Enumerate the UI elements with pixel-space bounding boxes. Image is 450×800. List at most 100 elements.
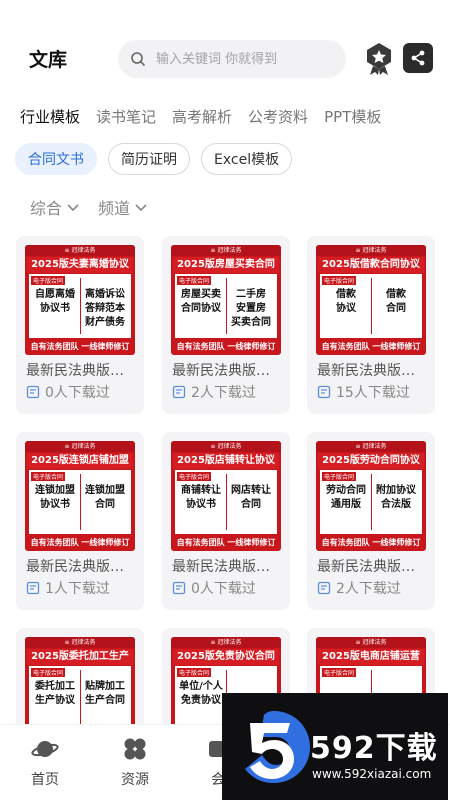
filter-bar: 综合 频道 [30,195,148,219]
document-icon [26,581,40,595]
thumb-footer: 自有法务团队 一线律师修订 [176,342,276,351]
thumb-brand: ≡ 冠律法务 [316,441,426,452]
tab-industry-templates[interactable]: 行业模板 [20,106,80,127]
thumb-headline: 2025版连锁店铺加盟 [27,453,133,469]
chip-resumes[interactable]: 简历证明 [108,143,190,175]
thumb-headline: 2025版夫妻离婚协议 [27,257,133,273]
download-count: 2人下载过 [191,385,256,401]
nav-home-label: 首页 [31,772,59,788]
nav-resources[interactable]: 资源 [105,735,165,789]
document-card[interactable]: ≡ 冠律法务 2025版劳动合同协议 电子版合同 劳动合同 通用版 附加协议 合… [307,432,435,610]
card-title: 最新民法典版… [26,559,124,575]
thumb-headline: 2025版房屋买卖合同 [173,257,279,273]
thumb-right-text: 二手房 安置房 买卖合同 [231,289,271,328]
thumb-right-text: 借款 合同 [386,289,406,314]
thumb-headline: 2025版借款合同协议 [318,257,424,273]
page-title: 文库 [29,49,68,71]
thumb-left-text: 委托加工 生产协议 [35,681,75,706]
clover-icon [124,738,146,760]
download-count: 1人下载过 [45,581,110,597]
nav-home[interactable]: 首页 [15,735,75,789]
tab-ppt-templates[interactable]: PPT模板 [324,106,381,127]
thumb-right-text: 贴牌加工 生产合同 [85,681,125,706]
document-icon [317,581,331,595]
filter-sort[interactable]: 综合 [30,195,80,219]
thumb-left-text: 借款 协议 [336,289,356,314]
sub-category-chips: 合同文书 简历证明 Excel模板 [15,143,293,175]
thumb-tag: 电子版合同 [322,472,357,481]
document-thumbnail: ≡ 冠律法务 2025版夫妻离婚协议 电子版合同 自愿离婚 协议书 离婚诉讼 答… [25,245,135,355]
thumb-tag: 电子版合同 [31,472,66,481]
card-title: 最新民法典版… [172,559,270,575]
watermark-url: www.592xiazai.com [312,767,432,781]
tab-reading-notes[interactable]: 读书笔记 [96,106,156,127]
thumb-left-text: 自愿离婚 协议书 [35,289,75,314]
document-card[interactable]: ≡ 冠律法务 2025版借款合同协议 电子版合同 借款 协议 借款 合同 自有法… [307,236,435,414]
card-title: 最新民法典版… [172,363,270,379]
thumb-footer: 自有法务团队 一线律师修订 [321,342,421,351]
planet-icon [31,741,59,757]
thumb-brand: ≡ 冠律法务 [316,245,426,256]
tab-civil-service[interactable]: 公考资料 [248,106,308,127]
thumb-headline: 2025版店铺转让协议 [173,453,279,469]
thumb-left-text: 单位/个人 免责协议 [179,681,223,706]
chip-contracts[interactable]: 合同文书 [15,143,97,175]
vip-badge-icon[interactable] [364,42,394,76]
document-thumbnail: ≡ 冠律法务 2025版劳动合同协议 电子版合同 劳动合同 通用版 附加协议 合… [316,441,426,551]
document-grid: ≡ 冠律法务 2025版夫妻离婚协议 电子版合同 自愿离婚 协议书 离婚诉讼 答… [16,236,436,726]
card-meta: 2人下载过 [317,578,401,598]
card-title: 最新民法典版… [317,559,415,575]
search-input[interactable] [156,51,336,67]
filter-channel[interactable]: 频道 [98,195,148,219]
card-meta: 1人下载过 [26,578,110,598]
logo-592-icon [245,711,310,783]
document-card[interactable]: ≡ 冠律法务 2025版连锁店铺加盟 电子版合同 连锁加盟 协议书 连锁加盟 合… [16,432,144,610]
document-thumbnail: ≡ 冠律法务 2025版房屋买卖合同 电子版合同 房屋买卖 合同协议 二手房 安… [171,245,281,355]
thumb-brand: ≡ 冠律法务 [316,637,426,648]
thumb-right-text: 附加协议 合法版 [376,485,416,510]
card-meta: 0人下载过 [172,578,256,598]
category-tabs: 行业模板 读书笔记 高考解析 公考资料 PPT模板 [20,106,381,127]
chevron-down-icon [67,204,79,212]
download-count: 0人下载过 [191,581,256,597]
thumb-brand: ≡ 冠律法务 [171,637,281,648]
document-card[interactable]: ≡ 冠律法务 2025版房屋买卖合同 电子版合同 房屋买卖 合同协议 二手房 安… [162,236,290,414]
document-thumbnail: ≡ 冠律法务 2025版连锁店铺加盟 电子版合同 连锁加盟 协议书 连锁加盟 合… [25,441,135,551]
download-count: 15人下载过 [336,385,410,401]
document-card[interactable]: ≡ 冠律法务 2025版店铺转让协议 电子版合同 商铺转让 协议书 网店转让 合… [162,432,290,610]
thumb-headline: 2025版委托加工生产 [27,649,133,665]
header: 文库 [0,0,450,92]
chip-excel-templates[interactable]: Excel模板 [201,143,293,175]
document-icon [26,385,40,399]
document-card[interactable]: ≡ 冠律法务 2025版委托加工生产 电子版合同 委托加工 生产协议 贴牌加工 … [16,628,144,726]
thumb-left-text: 商铺转让 协议书 [181,485,221,510]
thumb-tag: 电子版合同 [31,276,66,285]
thumb-right-text: 连锁加盟 合同 [85,485,125,510]
nav-resources-label: 资源 [121,772,149,788]
thumb-tag: 电子版合同 [322,668,357,677]
thumb-headline: 2025版劳动合同协议 [318,453,424,469]
document-icon [172,581,186,595]
thumb-tag: 电子版合同 [31,668,66,677]
document-icon [317,385,331,399]
document-card[interactable]: ≡ 冠律法务 2025版夫妻离婚协议 电子版合同 自愿离婚 协议书 离婚诉讼 答… [16,236,144,414]
card-title: 最新民法典版… [317,363,415,379]
share-icon [411,50,425,66]
chevron-down-icon [135,204,147,212]
card-title: 最新民法典版… [26,363,124,379]
thumb-tag: 电子版合同 [322,276,357,285]
card-meta: 2人下载过 [172,382,256,402]
document-thumbnail: ≡ 冠律法务 2025版借款合同协议 电子版合同 借款 协议 借款 合同 自有法… [316,245,426,355]
thumb-footer: 自有法务团队 一线律师修订 [30,538,130,547]
document-icon [172,385,186,399]
thumb-left-text: 房屋买卖 合同协议 [181,289,221,314]
filter-sort-label: 综合 [30,199,63,218]
thumb-headline: 2025版免责协议合同 [173,649,279,665]
thumb-right-text: 离婚诉讼 答辩范本 财产债务 [85,289,125,328]
thumb-brand: ≡ 冠律法务 [171,441,281,452]
share-button[interactable] [403,43,433,73]
search-bar[interactable] [118,40,346,78]
filter-channel-label: 频道 [98,199,131,218]
tab-exam-analysis[interactable]: 高考解析 [172,106,232,127]
download-count: 2人下载过 [336,581,401,597]
